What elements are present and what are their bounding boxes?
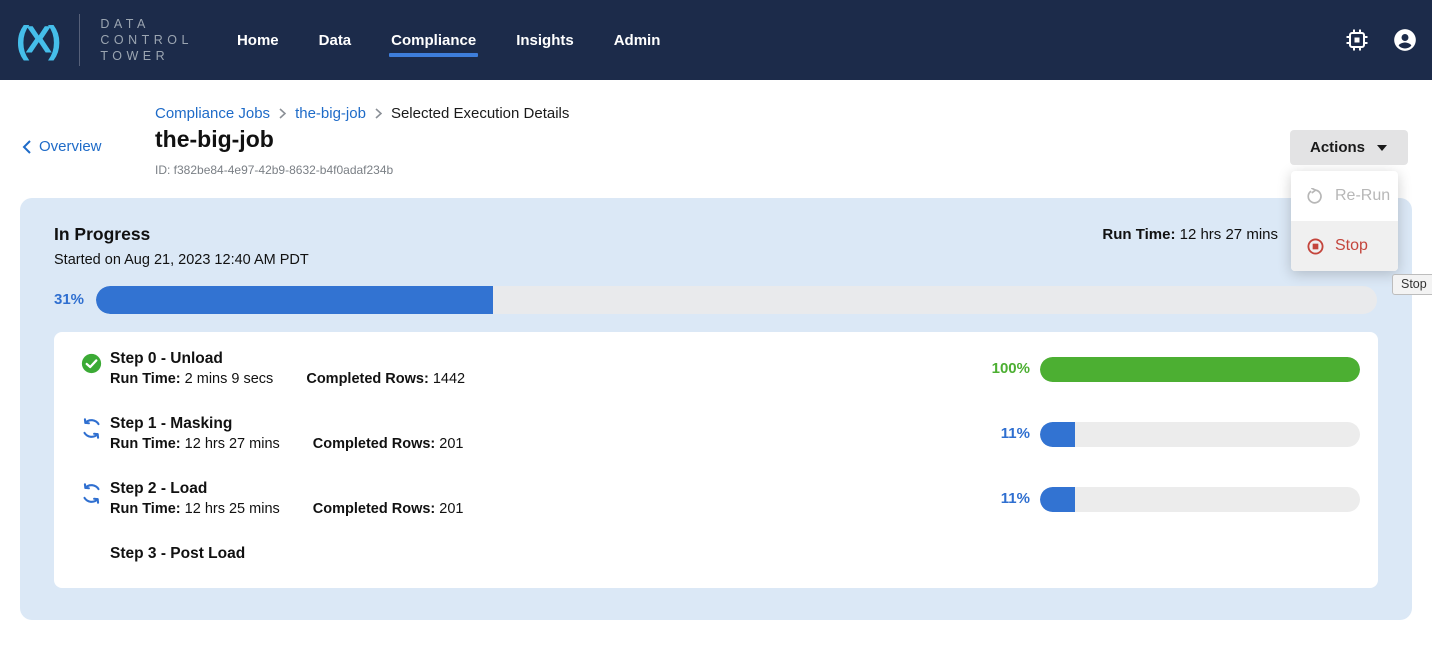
top-navbar: (X) DATA CONTROL TOWER Home Data Complia… [0, 0, 1432, 80]
step-progress-fill [1040, 422, 1075, 447]
step-progress-percent: 100% [980, 360, 1030, 377]
step-run-time-value: 12 hrs 25 mins [185, 501, 280, 517]
breadcrumb: Compliance Jobs the-big-job Selected Exe… [155, 105, 569, 122]
step-details: Run Time: 12 hrs 25 mins Completed Rows:… [110, 501, 463, 517]
nav-item-insights[interactable]: Insights [516, 22, 574, 59]
breadcrumb-current: Selected Execution Details [391, 105, 569, 122]
step-name: Step 1 - Masking [110, 415, 232, 433]
overall-progress-fill [96, 286, 493, 314]
execution-id: ID: f382be84-4e97-42b9-8632-b4f0adaf234b [155, 163, 393, 177]
api-chip-icon[interactable] [1344, 27, 1370, 53]
back-to-overview-link[interactable]: Overview [22, 138, 102, 155]
brand-line: CONTROL [100, 32, 193, 48]
sync-running-icon [81, 483, 102, 504]
step-rows-value: 201 [439, 501, 463, 517]
sync-running-icon [81, 418, 102, 439]
menu-item-stop[interactable]: Stop [1291, 221, 1398, 271]
navbar-right [1344, 0, 1432, 80]
user-account-icon[interactable] [1392, 27, 1418, 53]
step-progress-fill [1040, 487, 1075, 512]
step-details: Run Time: 2 mins 9 secs Completed Rows: … [110, 371, 465, 387]
nav-item-home[interactable]: Home [237, 22, 279, 59]
step-name: Step 0 - Unload [110, 350, 223, 368]
step-run-time-label: Run Time: [110, 436, 181, 452]
run-time-value: 12 hrs 27 mins [1180, 226, 1278, 243]
nav-item-compliance[interactable]: Compliance [391, 22, 476, 59]
page-title: the-big-job [155, 126, 274, 153]
caret-down-icon [1376, 144, 1388, 152]
step-progress-percent: 11% [980, 490, 1030, 507]
step-progress-bar [1040, 357, 1360, 382]
actions-button[interactable]: Actions [1290, 130, 1408, 165]
nav-item-admin[interactable]: Admin [614, 22, 661, 59]
step-run-time-label: Run Time: [110, 371, 181, 387]
overall-progress-percent: 31% [54, 291, 92, 308]
step-row-2: Step 2 - Load Run Time: 12 hrs 25 mins C… [54, 480, 1378, 534]
back-link-label: Overview [39, 138, 102, 155]
brand-line: TOWER [100, 48, 193, 64]
stop-icon [1307, 238, 1324, 255]
step-progress-percent: 11% [980, 425, 1030, 442]
step-rows-value: 201 [439, 436, 463, 452]
stop-tooltip: Stop [1392, 274, 1432, 295]
brand-name: DATA CONTROL TOWER [100, 16, 193, 64]
menu-item-rerun[interactable]: Re-Run [1291, 171, 1398, 221]
breadcrumb-compliance-jobs[interactable]: Compliance Jobs [155, 105, 270, 122]
run-time-label: Run Time: [1102, 226, 1175, 243]
actions-dropdown-menu: Re-Run Stop [1291, 171, 1398, 271]
menu-item-rerun-label: Re-Run [1335, 187, 1390, 205]
rerun-icon [1307, 188, 1324, 205]
step-rows-label: Completed Rows: [313, 436, 435, 452]
nav-item-data[interactable]: Data [319, 22, 352, 59]
execution-run-time: Run Time: 12 hrs 27 mins [1102, 226, 1278, 243]
brand-line: DATA [100, 16, 193, 32]
step-progress-fill [1040, 357, 1360, 382]
main-nav: Home Data Compliance Insights Admin [237, 22, 660, 59]
step-run-time-label: Run Time: [110, 501, 181, 517]
step-name: Step 3 - Post Load [110, 545, 245, 563]
step-row-3: Step 3 - Post Load [54, 545, 1378, 599]
execution-panel: In Progress Started on Aug 21, 2023 12:4… [20, 198, 1412, 620]
step-row-1: Step 1 - Masking Run Time: 12 hrs 27 min… [54, 415, 1378, 469]
step-rows-label: Completed Rows: [306, 371, 428, 387]
brand-divider [79, 14, 80, 66]
breadcrumb-separator-icon [279, 108, 286, 119]
steps-card: Step 0 - Unload Run Time: 2 mins 9 secs … [54, 332, 1378, 588]
check-circle-icon [81, 353, 102, 374]
step-run-time-value: 2 mins 9 secs [185, 371, 274, 387]
breadcrumb-the-big-job[interactable]: the-big-job [295, 105, 366, 122]
step-progress-bar [1040, 422, 1360, 447]
step-name: Step 2 - Load [110, 480, 207, 498]
actions-button-label: Actions [1310, 139, 1365, 156]
step-rows-value: 1442 [433, 371, 465, 387]
step-progress-bar [1040, 487, 1360, 512]
execution-status: In Progress [54, 224, 150, 245]
overall-progress-bar [96, 286, 1377, 314]
step-row-0: Step 0 - Unload Run Time: 2 mins 9 secs … [54, 350, 1378, 404]
step-rows-label: Completed Rows: [313, 501, 435, 517]
step-details: Run Time: 12 hrs 27 mins Completed Rows:… [110, 436, 463, 452]
menu-item-stop-label: Stop [1335, 237, 1368, 255]
step-run-time-value: 12 hrs 27 mins [185, 436, 280, 452]
breadcrumb-separator-icon [375, 108, 382, 119]
execution-start-time: Started on Aug 21, 2023 12:40 AM PDT [54, 252, 309, 268]
delphix-logo[interactable]: (X) [16, 2, 57, 78]
chevron-left-icon [22, 140, 31, 154]
